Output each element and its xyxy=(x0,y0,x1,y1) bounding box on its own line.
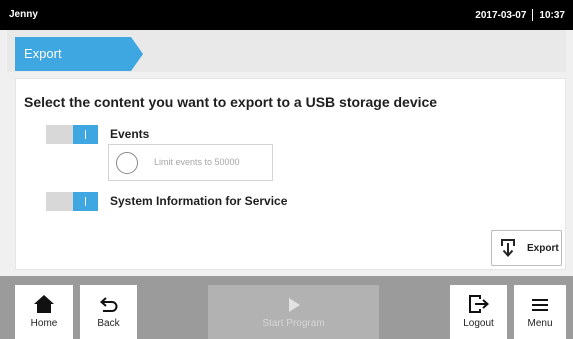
breadcrumb: Export xyxy=(15,37,143,71)
status-bar: Jenny 2017-03-07 10:37 xyxy=(0,0,573,30)
menu-button[interactable]: Menu xyxy=(514,285,566,339)
toggle-knob xyxy=(73,125,98,144)
home-button[interactable]: Home xyxy=(15,285,73,339)
menu-icon xyxy=(532,299,548,311)
screen: Jenny 2017-03-07 10:37 Export Select the… xyxy=(0,0,573,339)
events-toggle[interactable] xyxy=(46,125,98,144)
logout-icon xyxy=(469,295,490,313)
back-label: Back xyxy=(97,318,120,329)
back-button[interactable]: Back xyxy=(80,285,137,339)
status-separator xyxy=(532,9,534,21)
date-time: 2017-03-07 10:37 xyxy=(475,9,565,21)
play-icon xyxy=(289,298,300,312)
breadcrumb-arrow xyxy=(131,37,143,71)
home-label: Home xyxy=(30,318,58,329)
logout-label: Logout xyxy=(463,318,494,329)
start-program-button[interactable]: Start Program xyxy=(208,285,379,339)
export-button[interactable]: Export xyxy=(491,230,562,266)
logout-button[interactable]: Logout xyxy=(450,285,507,339)
bottom-navigation: Home Back Start Program Logout Menu xyxy=(0,276,573,339)
start-program-label: Start Program xyxy=(262,318,325,329)
page-title: Export xyxy=(15,37,131,71)
back-arrow-icon xyxy=(100,297,118,312)
limit-events-radio[interactable] xyxy=(116,152,138,174)
system-info-toggle[interactable] xyxy=(46,192,98,211)
status-time: 10:37 xyxy=(539,9,565,21)
system-info-label: System Information for Service xyxy=(110,194,288,208)
panel-heading: Select the content you want to export to… xyxy=(24,94,438,110)
breadcrumb-bar: Export xyxy=(7,30,566,72)
toggle-knob xyxy=(73,192,98,211)
export-button-label: Export xyxy=(527,243,559,254)
export-icon xyxy=(501,239,515,257)
limit-events-label: Limit events to 50000 xyxy=(154,157,240,167)
home-icon xyxy=(34,295,54,313)
events-label: Events xyxy=(110,127,150,141)
limit-events-option[interactable]: Limit events to 50000 xyxy=(108,144,273,181)
menu-label: Menu xyxy=(527,318,553,329)
status-date: 2017-03-07 xyxy=(475,9,527,21)
user-name: Jenny xyxy=(9,9,38,20)
export-panel: Select the content you want to export to… xyxy=(15,78,566,270)
